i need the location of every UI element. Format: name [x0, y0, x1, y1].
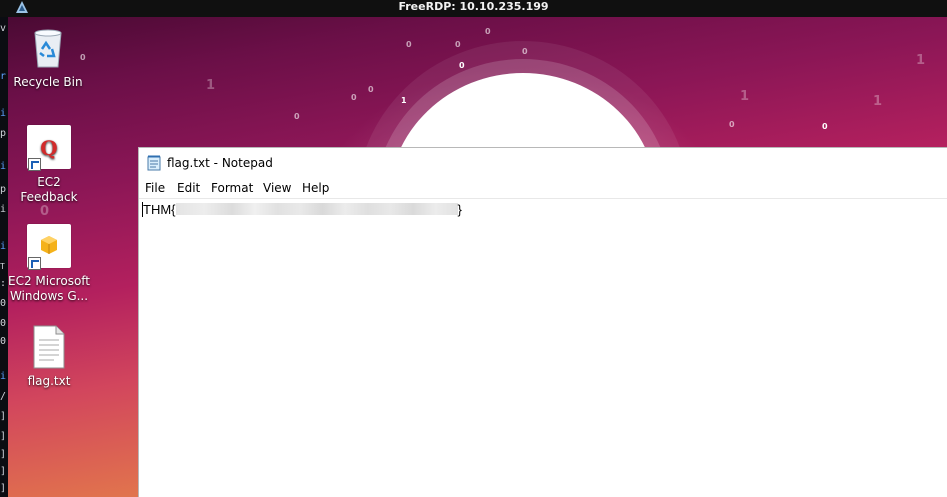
notepad-menu-bar: File Edit Format View Help	[139, 179, 947, 198]
notepad-window: flag.txt - Notepad File Edit Format View…	[138, 147, 947, 497]
wallpaper-digit: 0	[368, 85, 374, 94]
desktop-icon-label-line: EC2 Microsoft	[8, 274, 91, 288]
ec2-windows-guide-icon	[26, 224, 72, 270]
terminal-fragment: 0	[0, 298, 7, 309]
terminal-fragment: ]	[0, 411, 7, 422]
terminal-fragment: i	[0, 204, 7, 215]
terminal-fragment: ]	[0, 466, 7, 477]
shortcut-arrow-icon	[28, 158, 41, 171]
notepad-window-title: flag.txt - Notepad	[167, 156, 273, 170]
wallpaper-digit: 0	[459, 61, 465, 70]
terminal-strip: v r i p i p i i T : 0 0 0 i / ] ] ] ] ]	[0, 17, 8, 497]
terminal-fragment: r	[0, 71, 7, 82]
wallpaper-digit: 1	[401, 96, 407, 105]
terminal-fragment: ]	[0, 483, 7, 494]
terminal-fragment: p	[0, 128, 7, 139]
wallpaper-digit: 0	[822, 122, 828, 131]
desktop-icon-label: Recycle Bin	[13, 75, 83, 89]
terminal-fragment: :	[0, 278, 7, 289]
shortcut-arrow-icon	[28, 257, 41, 270]
terminal-fragment: i	[0, 241, 7, 252]
flag-prefix: THM{	[143, 202, 176, 217]
wallpaper-digit: 0	[406, 40, 412, 49]
terminal-fragment: i	[0, 371, 7, 382]
recycle-bin-shortcut[interactable]: Recycle Bin	[8, 25, 90, 90]
desktop-icon-label: flag.txt	[27, 374, 71, 388]
notepad-text-area[interactable]: THM{}	[139, 198, 947, 497]
notepad-icon	[147, 155, 161, 171]
desktop-icon-label-line: Windows G...	[9, 289, 89, 303]
ec2-windows-guide-shortcut[interactable]: EC2 Microsoft Windows G...	[8, 224, 91, 304]
remote-desktop: 0 0 0 0 0 1 1 0 0 1 1 1 0 0 0 1 0 0 Recy…	[8, 17, 947, 497]
terminal-fragment: v	[0, 23, 7, 34]
terminal-fragment: p	[0, 184, 7, 195]
terminal-fragment: /	[0, 391, 7, 402]
notepad-content: THM{}	[143, 202, 462, 217]
desktop-icon-label: EC2 Microsoft Windows G...	[8, 274, 91, 304]
rdp-window-title: FreeRDP: 10.10.235.199	[398, 0, 549, 13]
ec2-feedback-shortcut[interactable]: Q EC2 Feedback	[8, 125, 91, 205]
wallpaper-digit: 1	[873, 94, 883, 109]
menu-format[interactable]: Format	[211, 181, 253, 195]
wallpaper-digit: 1	[916, 53, 926, 68]
terminal-fragment: i	[0, 108, 7, 119]
wallpaper-digit: 0	[351, 93, 357, 102]
terminal-fragment: ]	[0, 449, 7, 460]
terminal-fragment: T	[0, 262, 5, 271]
ec2-feedback-icon: Q	[26, 125, 72, 171]
wallpaper-digit: 0	[485, 27, 491, 36]
wallpaper-digit: 1	[740, 89, 750, 104]
menu-edit[interactable]: Edit	[177, 181, 200, 195]
menu-file[interactable]: File	[145, 181, 165, 195]
terminal-fragment: 0	[0, 336, 7, 347]
svg-text:Q: Q	[40, 136, 57, 160]
menu-help[interactable]: Help	[302, 181, 329, 195]
desktop-icon-label: EC2 Feedback	[20, 175, 78, 204]
wallpaper-digit: 0	[294, 112, 300, 121]
wallpaper-digit: 1	[206, 78, 216, 93]
wallpaper-digit: 0	[522, 47, 528, 56]
wallpaper-digit: 0	[729, 120, 735, 129]
menu-view[interactable]: View	[263, 181, 291, 195]
wallpaper-digit: 0	[455, 40, 461, 49]
text-file-icon	[26, 324, 72, 370]
terminal-fragment: ]	[0, 431, 7, 442]
wallpaper-digit: 0	[40, 204, 50, 219]
flag-txt-file[interactable]: flag.txt	[8, 324, 91, 389]
rdp-title-bar: FreeRDP: 10.10.235.199	[0, 0, 947, 18]
redacted-flag-value	[175, 203, 458, 215]
flag-suffix: }	[457, 202, 462, 217]
terminal-fragment: 0	[0, 318, 7, 329]
recycle-bin-icon	[25, 25, 71, 71]
terminal-fragment: i	[0, 161, 7, 172]
notepad-title-bar[interactable]: flag.txt - Notepad	[139, 148, 947, 178]
